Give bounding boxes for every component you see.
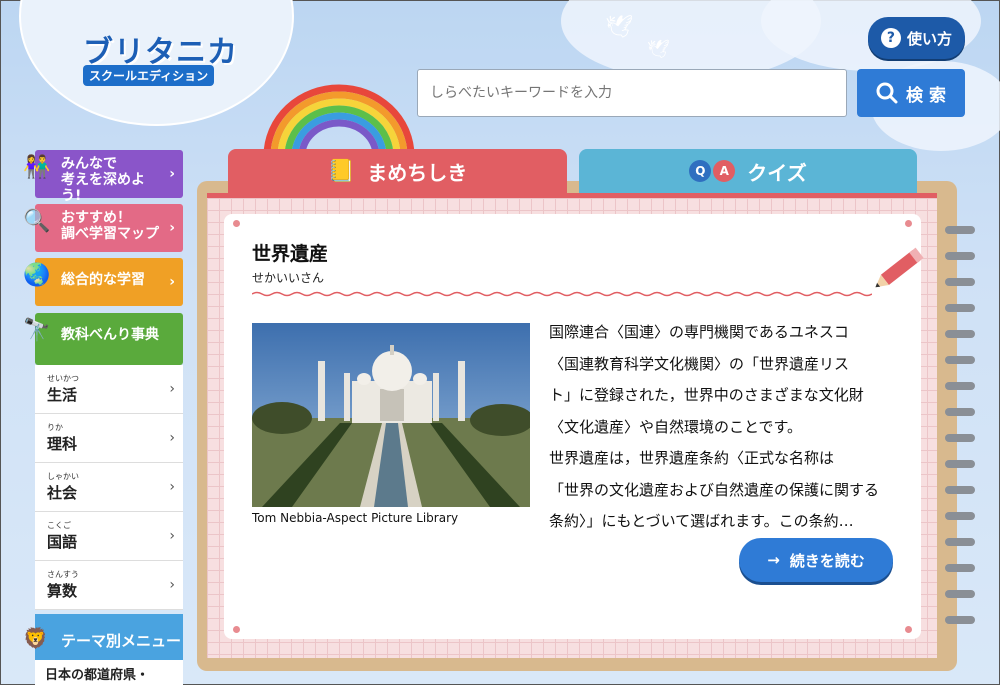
- sidebar-item-prefectures[interactable]: 日本の都道府県・: [35, 660, 183, 685]
- sidebar-item-label: おすすめ！: [61, 210, 131, 226]
- chevron-right-icon: ›: [169, 577, 175, 593]
- subject-ruby: さんすう: [47, 570, 79, 579]
- chevron-right-icon: ›: [169, 166, 175, 182]
- article-line: 世界遺産は，世界遺産条約〈正式な名称は: [549, 449, 835, 467]
- binder-ring: [945, 616, 975, 624]
- people-icon: 👫: [23, 155, 51, 180]
- search-input[interactable]: [417, 69, 847, 117]
- subject-ruby: りか: [47, 423, 63, 432]
- article-body: 国際連合〈国連〉の専門機関であるユネスコ 〈国連教育科学文化機関〉の「世界遺産リ…: [549, 317, 899, 538]
- sidebar-item-label: みんなで: [61, 156, 117, 172]
- taj-mahal-photo: [252, 323, 530, 507]
- tab-label: クイズ: [747, 160, 807, 185]
- article-line: 条約〉」にもとづいて選ばれます。この条約…: [549, 512, 854, 530]
- sidebar-item-label: 教科べんり事典: [61, 327, 159, 343]
- tab-label: まめちしき: [367, 160, 468, 185]
- binder-ring: [945, 278, 975, 286]
- sidebar-item-math[interactable]: さんすう 算数 ›: [35, 561, 183, 610]
- chevron-right-icon: ›: [169, 381, 175, 397]
- sidebar-item-integrated-study[interactable]: 🌏 総合的な学習 ›: [23, 258, 183, 306]
- sidebar-item-social[interactable]: しゃかい 社会 ›: [35, 463, 183, 512]
- question-icon: ?: [880, 28, 901, 48]
- binder-ring: [945, 356, 975, 364]
- binder-ring: [945, 382, 975, 390]
- bird-icon: 🕊: [647, 39, 670, 60]
- binder-ring: [945, 304, 975, 312]
- read-more-button[interactable]: → 続きを読む: [739, 538, 893, 582]
- qa-icon: Q A: [689, 160, 736, 182]
- binder-ring: [945, 538, 975, 546]
- lion-icon: 🦁: [23, 626, 48, 650]
- article-line: 「世界の文化遺産および自然遺産の保護に関する: [549, 480, 880, 499]
- sidebar-item-label: 考えを深めよう!: [61, 172, 145, 204]
- binder-ring: [945, 330, 975, 338]
- binder-ring: [945, 590, 975, 598]
- article-line: 国際連合〈国連〉の専門機関であるユネスコ: [549, 323, 849, 341]
- tab-quiz[interactable]: Q A クイズ: [579, 149, 917, 193]
- rainbow-icon: [263, 84, 415, 156]
- theme-sub-label: 日本の都道府県・: [45, 668, 150, 683]
- magnifier-icon: 🔍: [23, 209, 51, 234]
- read-more-label: 続きを読む: [789, 551, 865, 570]
- sidebar-item-discussion[interactable]: 👫 みんなで 考えを深めよう! ›: [23, 150, 183, 204]
- book-icon: 📒: [327, 158, 356, 184]
- binder-ring: [945, 486, 975, 494]
- article-line: 〈国連教育科学文化機関〉の「世界遺産リス: [549, 354, 850, 373]
- card-dot: [233, 220, 240, 227]
- binder-ring: [945, 434, 975, 442]
- card-dot: [233, 626, 240, 633]
- sidebar-item-label: 総合的な学習: [61, 272, 145, 288]
- arrow-right-icon: →: [767, 551, 780, 569]
- binder-ring: [945, 226, 975, 234]
- subject-label: 理科: [47, 435, 78, 453]
- article-line: ト」に登録された，世界中のさまざまな文化財: [549, 386, 864, 404]
- article-line: 〈文化遺産〉や自然環境のことです。: [549, 417, 803, 436]
- subject-label: 国語: [47, 533, 78, 551]
- subject-ruby: しゃかい: [47, 472, 79, 481]
- photo-caption: Tom Nebbia-Aspect Picture Library: [252, 511, 459, 525]
- article-reading: せかいいさん: [252, 271, 325, 285]
- sidebar-item-japanese[interactable]: こくご 国語 ›: [35, 512, 183, 561]
- subject-list: せいかつ 生活 › りか 理科 › しゃかい 社会 › こくご 国語 › さんす…: [35, 365, 183, 610]
- binder-ring: [945, 512, 975, 520]
- chevron-right-icon: ›: [169, 220, 175, 236]
- logo-subtitle: スクールエディション: [83, 65, 215, 86]
- card-dot: [905, 220, 912, 227]
- card-dot: [905, 626, 912, 633]
- subject-label: 社会: [47, 484, 78, 502]
- sidebar-item-life[interactable]: せいかつ 生活 ›: [35, 365, 183, 414]
- bird-icon: 🕊: [605, 15, 633, 40]
- subject-label: 算数: [47, 582, 78, 600]
- help-label: 使い方: [906, 29, 952, 48]
- subject-label: 生活: [47, 386, 78, 404]
- search-label: 検 索: [906, 85, 946, 106]
- search-icon: [876, 82, 898, 104]
- article-title: 世界遺産: [252, 243, 329, 265]
- pencil-icon: [875, 247, 924, 288]
- binder-ring: [945, 564, 975, 572]
- sidebar-item-label: 調べ学習マップ: [61, 226, 159, 242]
- binder-ring: [945, 408, 975, 416]
- globe-icon: 🌏: [23, 263, 51, 288]
- sidebar-item-subject-dictionary[interactable]: 🔭 教科べんり事典: [23, 313, 183, 365]
- chevron-right-icon: ›: [169, 430, 175, 446]
- telescope-icon: 🔭: [23, 318, 51, 343]
- chevron-right-icon: ›: [169, 479, 175, 495]
- binder-ring: [945, 460, 975, 468]
- sidebar-item-science[interactable]: りか 理科 ›: [35, 414, 183, 463]
- chevron-right-icon: ›: [169, 274, 175, 290]
- binder-ring: [945, 252, 975, 260]
- search-button[interactable]: 検 索: [857, 69, 965, 117]
- wavy-divider: [252, 291, 872, 297]
- subject-ruby: こくご: [47, 521, 71, 530]
- theme-menu-header[interactable]: 🦁 テーマ別メニュー: [23, 614, 183, 660]
- subject-ruby: せいかつ: [47, 374, 79, 383]
- help-button[interactable]: ? 使い方: [868, 17, 965, 59]
- tab-mamechishiki[interactable]: 📒 まめちしき: [228, 149, 567, 193]
- theme-menu-label: テーマ別メニュー: [61, 632, 182, 650]
- sidebar-item-research-map[interactable]: 🔍 おすすめ！ 調べ学習マップ ›: [23, 204, 183, 252]
- chevron-right-icon: ›: [169, 528, 175, 544]
